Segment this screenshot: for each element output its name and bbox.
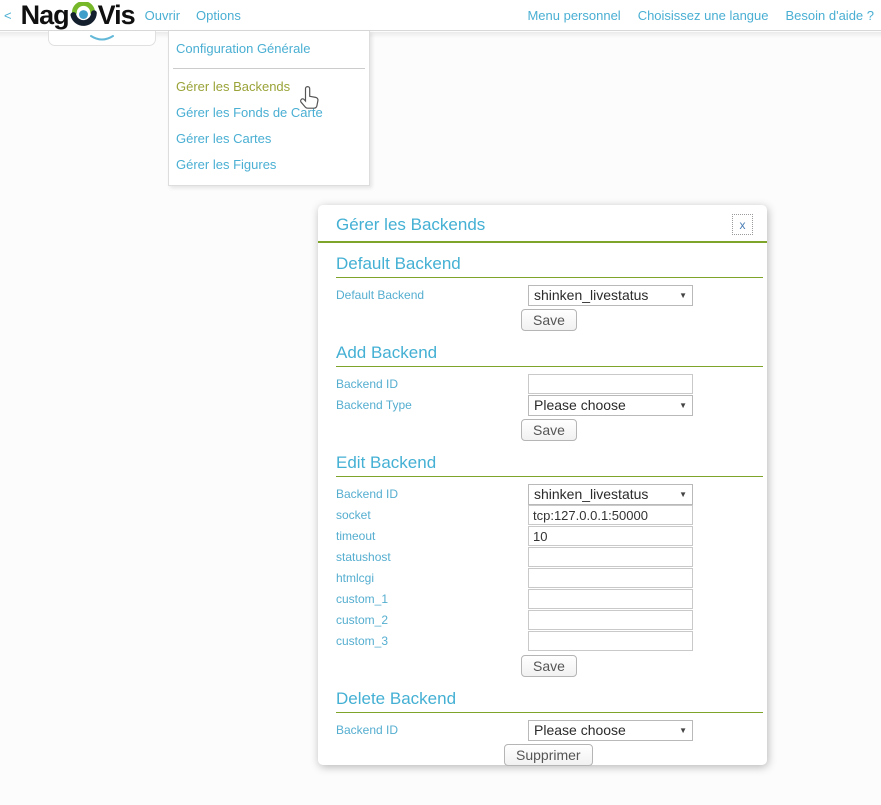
- form-row: socket: [336, 505, 763, 525]
- edit-socket-input[interactable]: [528, 505, 693, 525]
- manage-backends-dialog: Gérer les Backends x Default Backend Def…: [318, 205, 767, 765]
- section-heading-add-backend: Add Backend: [336, 343, 763, 367]
- add-backend-id-label: Backend ID: [336, 377, 528, 391]
- form-row: Save: [336, 655, 763, 678]
- form-row: Backend ID Please choose ▼: [336, 720, 763, 740]
- back-arrow[interactable]: <: [0, 8, 12, 23]
- globe-icon: [70, 2, 97, 29]
- edit-statushost-label: statushost: [336, 550, 528, 564]
- edit-custom1-label: custom_1: [336, 592, 528, 606]
- options-dropdown-menu: Configuration Générale Gérer les Backend…: [168, 31, 370, 186]
- form-row: htmlcgi: [336, 568, 763, 588]
- dialog-titlebar: Gérer les Backends x: [318, 205, 767, 243]
- edit-htmlcgi-label: htmlcgi: [336, 571, 528, 585]
- edit-custom3-label: custom_3: [336, 634, 528, 648]
- select-value: Please choose: [534, 397, 675, 413]
- form-row: Backend ID: [336, 374, 763, 394]
- menu-item-configuration-generale[interactable]: Configuration Générale: [169, 36, 369, 62]
- delete-backend-id-select[interactable]: Please choose ▼: [528, 720, 693, 741]
- add-backend-save-button[interactable]: Save: [521, 419, 577, 441]
- dropdown-arrow-icon: ▼: [679, 401, 687, 410]
- logo-text-vis: Vis: [98, 1, 135, 29]
- delete-backend-form: Backend ID Please choose ▼ Supprimer: [336, 720, 763, 767]
- dropdown-arrow-icon: ▼: [679, 291, 687, 300]
- default-backend-label: Default Backend: [336, 288, 528, 302]
- section-heading-default-backend: Default Backend: [336, 254, 763, 278]
- form-row: custom_2: [336, 610, 763, 630]
- menu-help[interactable]: Besoin d'aide ?: [786, 8, 875, 23]
- form-row: Save: [336, 419, 763, 442]
- dropdown-arrow-icon: ▼: [679, 726, 687, 735]
- select-value: shinken_livestatus: [534, 287, 675, 303]
- form-row: custom_1: [336, 589, 763, 609]
- edit-socket-label: socket: [336, 508, 528, 522]
- edit-backend-form: Backend ID shinken_livestatus ▼ socket t…: [336, 484, 763, 678]
- edit-backend-id-label: Backend ID: [336, 487, 528, 501]
- edit-timeout-label: timeout: [336, 529, 528, 543]
- default-backend-form: Default Backend shinken_livestatus ▼ Sav…: [336, 285, 763, 332]
- edit-htmlcgi-input[interactable]: [528, 568, 693, 588]
- add-backend-type-select[interactable]: Please choose ▼: [528, 395, 693, 416]
- menu-separator: [173, 68, 365, 69]
- edit-statushost-input[interactable]: [528, 547, 693, 567]
- select-value: Please choose: [534, 722, 675, 738]
- logo-text-nag: Nag: [21, 1, 69, 29]
- close-button[interactable]: x: [732, 214, 753, 235]
- edit-custom3-input[interactable]: [528, 631, 693, 651]
- default-backend-select[interactable]: shinken_livestatus ▼: [528, 285, 693, 306]
- default-backend-save-button[interactable]: Save: [521, 309, 577, 331]
- menu-item-gerer-les-cartes[interactable]: Gérer les Cartes: [169, 126, 369, 152]
- menu-personnel[interactable]: Menu personnel: [527, 8, 620, 23]
- form-row: Backend ID shinken_livestatus ▼: [336, 484, 763, 504]
- dialog-title: Gérer les Backends: [336, 215, 749, 235]
- add-backend-type-label: Backend Type: [336, 398, 528, 412]
- form-row: custom_3: [336, 631, 763, 651]
- select-value: shinken_livestatus: [534, 486, 675, 502]
- edit-timeout-input[interactable]: [528, 526, 693, 546]
- header-collapse-handle[interactable]: [48, 31, 156, 46]
- edit-custom1-input[interactable]: [528, 589, 693, 609]
- user-menu: Menu personnel Choisissez une langue Bes…: [527, 8, 874, 23]
- dropdown-arrow-icon: ▼: [679, 490, 687, 499]
- section-heading-edit-backend: Edit Backend: [336, 453, 763, 477]
- nagvis-logo[interactable]: Nag Vis: [21, 1, 135, 29]
- form-row: Default Backend shinken_livestatus ▼: [336, 285, 763, 305]
- menu-options[interactable]: Options: [196, 8, 241, 23]
- form-row: Supprimer: [336, 744, 763, 767]
- menu-ouvrir[interactable]: Ouvrir: [145, 8, 180, 23]
- form-row: Save: [336, 309, 763, 332]
- header-bar: < Nag Vis Ouvrir Options Menu personnel …: [0, 0, 881, 31]
- main-menu: Ouvrir Options: [145, 8, 241, 23]
- edit-custom2-input[interactable]: [528, 610, 693, 630]
- menu-item-gerer-les-backends[interactable]: Gérer les Backends: [169, 74, 369, 100]
- edit-custom2-label: custom_2: [336, 613, 528, 627]
- form-row: Backend Type Please choose ▼: [336, 395, 763, 415]
- add-backend-form: Backend ID Backend Type Please choose ▼ …: [336, 374, 763, 442]
- collapse-wave-icon: [89, 34, 115, 43]
- add-backend-id-input[interactable]: [528, 374, 693, 394]
- menu-item-gerer-les-fonds-de-carte[interactable]: Gérer les Fonds de Carte: [169, 100, 369, 126]
- menu-language[interactable]: Choisissez une langue: [638, 8, 769, 23]
- dialog-body: Default Backend Default Backend shinken_…: [318, 254, 767, 767]
- form-row: statushost: [336, 547, 763, 567]
- edit-backend-id-select[interactable]: shinken_livestatus ▼: [528, 484, 693, 505]
- delete-backend-id-label: Backend ID: [336, 723, 528, 737]
- form-row: timeout: [336, 526, 763, 546]
- edit-backend-save-button[interactable]: Save: [521, 655, 577, 677]
- section-heading-delete-backend: Delete Backend: [336, 689, 763, 713]
- delete-backend-button[interactable]: Supprimer: [504, 744, 593, 766]
- menu-item-gerer-les-figures[interactable]: Gérer les Figures: [169, 152, 369, 178]
